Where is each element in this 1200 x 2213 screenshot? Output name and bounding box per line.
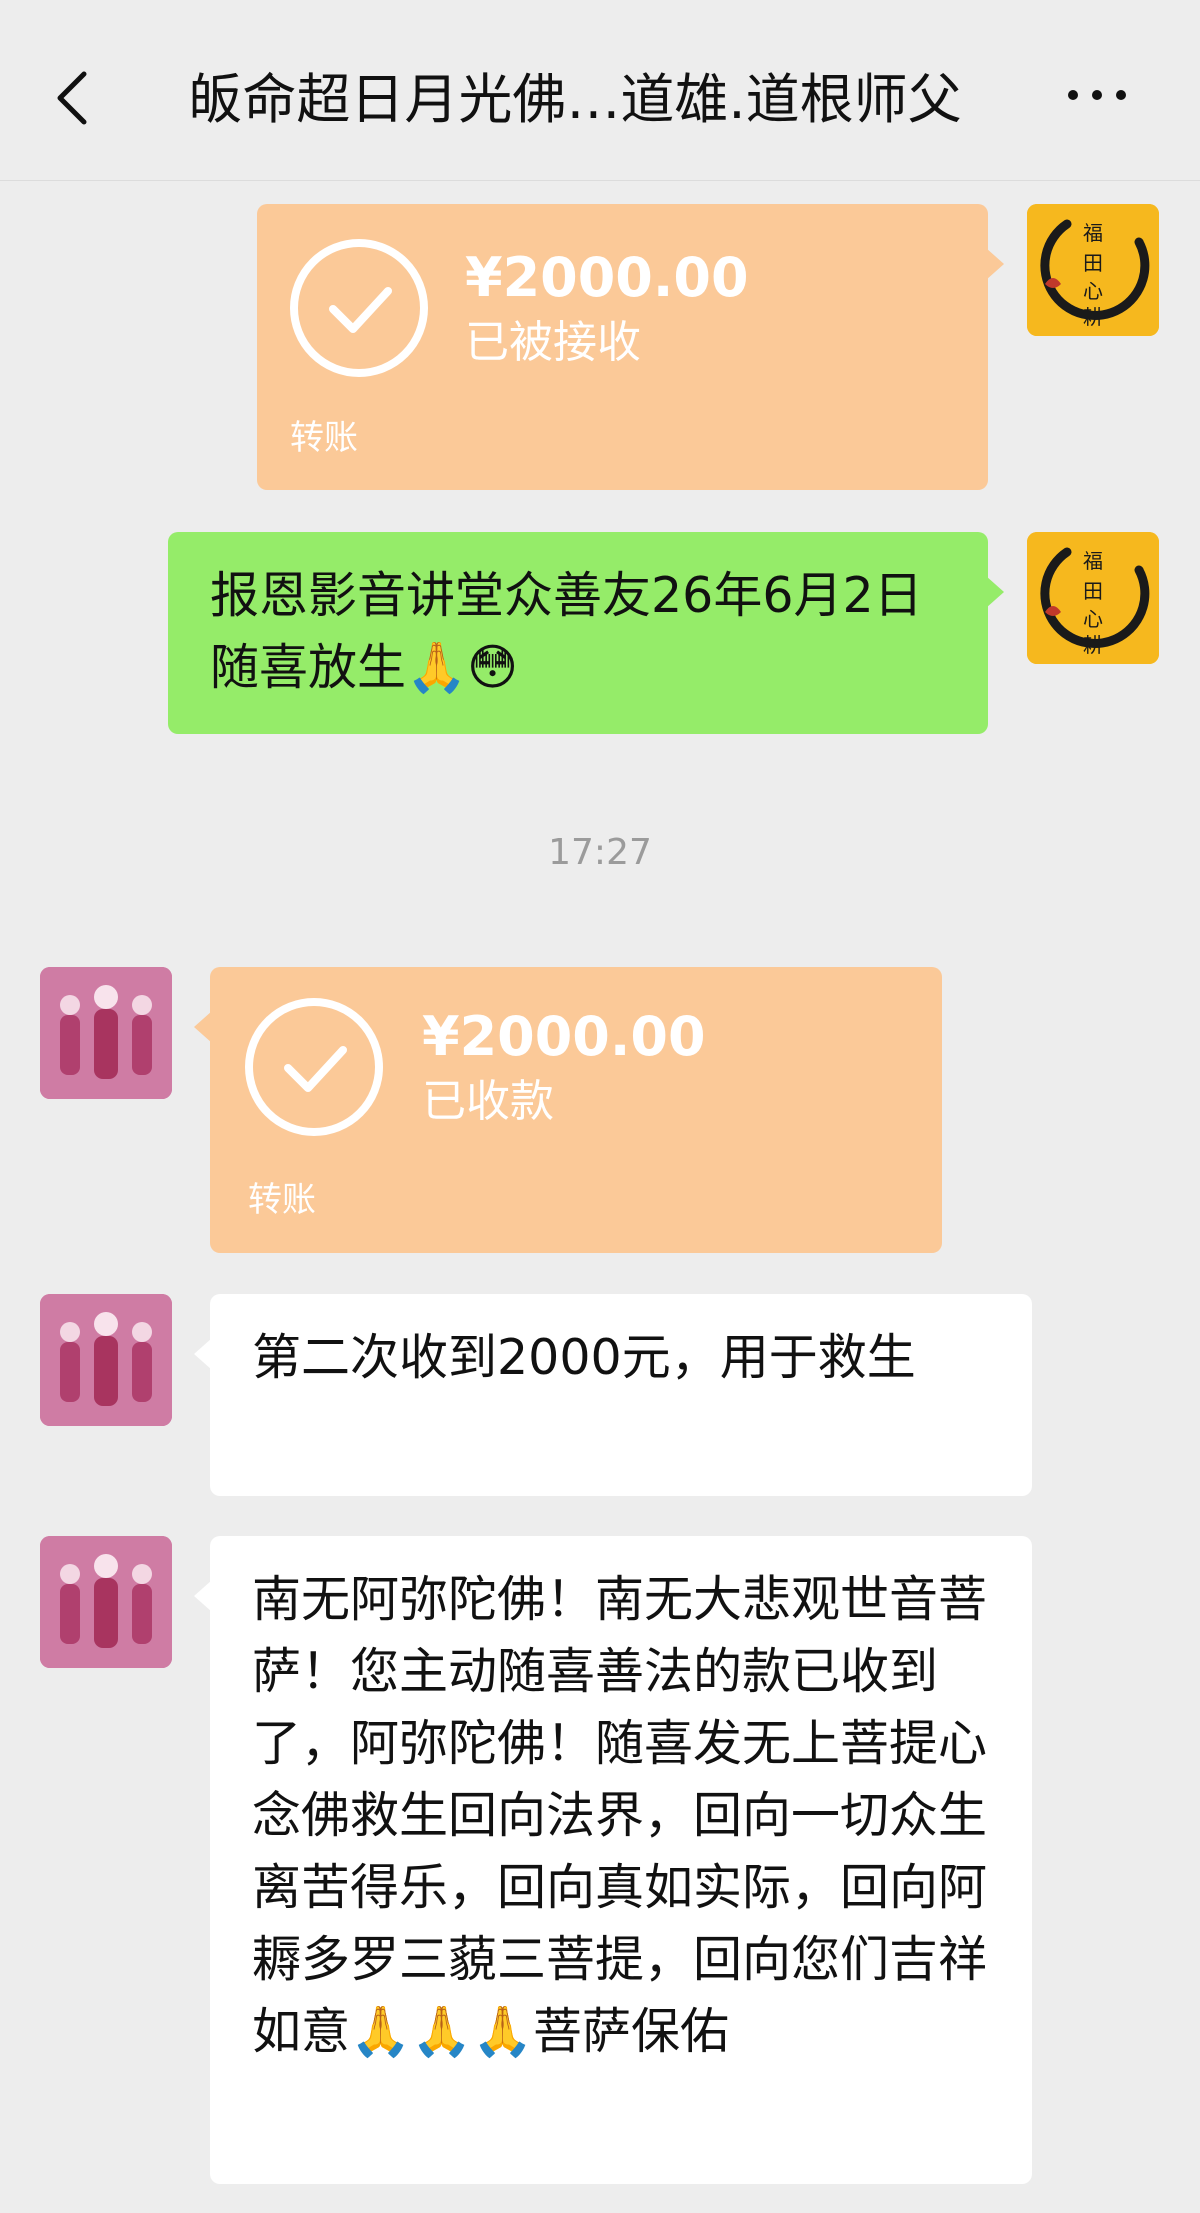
svg-text:田: 田 [1083, 251, 1103, 275]
avatar-self[interactable]: 福 田 心 耕 [1027, 532, 1159, 664]
text-bubble-received[interactable]: 第二次收到2000元，用于救生 [194, 1294, 1032, 1496]
svg-text:耕: 耕 [1083, 633, 1103, 657]
message-text: 第二次收到2000元，用于救生 [252, 1329, 916, 1386]
avatar-other[interactable] [40, 967, 172, 1099]
svg-text:耕: 耕 [1083, 305, 1103, 329]
transfer-amount: ¥2000.00 [422, 1005, 706, 1068]
message-text: 南无阿弥陀佛！南无大悲观世音菩萨！您主动随喜善法的款已收到了，阿弥陀佛！随喜发无… [252, 1571, 988, 2060]
transfer-bubble-received[interactable]: ¥2000.00 已收款 转账 [194, 967, 942, 1253]
back-button[interactable] [50, 68, 94, 128]
avatar-self[interactable]: 福 田 心 耕 [1027, 204, 1159, 336]
transfer-label: 转账 [290, 418, 358, 458]
timestamp: 17:27 [548, 832, 652, 873]
buddha-avatar-image [40, 1294, 172, 1426]
buddha-avatar-image [40, 1536, 172, 1668]
svg-text:心: 心 [1083, 607, 1103, 631]
more-button[interactable] [1068, 84, 1168, 120]
svg-text:田: 田 [1083, 579, 1103, 603]
svg-text:福: 福 [1083, 549, 1103, 573]
fu-tian-xin-geng-logo: 福 田 心 耕 [1027, 204, 1159, 336]
avatar-other[interactable] [40, 1536, 172, 1668]
transfer-label: 转账 [248, 1180, 316, 1220]
chat-title: 皈命超日月光佛…道雄.道根师父 [188, 68, 962, 131]
chat-header: 皈命超日月光佛…道雄.道根师父 [0, 0, 1200, 181]
avatar-other[interactable] [40, 1294, 172, 1426]
check-circle-icon [290, 239, 428, 377]
text-bubble-received[interactable]: 南无阿弥陀佛！南无大悲观世音菩萨！您主动随喜善法的款已收到了，阿弥陀佛！随喜发无… [194, 1536, 1032, 2184]
transfer-amount: ¥2000.00 [465, 246, 749, 309]
transfer-status: 已被接收 [465, 317, 641, 368]
text-bubble-sent[interactable]: 报恩影音讲堂众善友26年6月2日随喜放生🙏😳 [168, 532, 1004, 734]
more-dots-icon [1068, 89, 1078, 100]
svg-text:福: 福 [1083, 221, 1103, 245]
svg-text:心: 心 [1083, 279, 1103, 303]
fu-tian-xin-geng-logo: 福 田 心 耕 [1027, 532, 1159, 664]
transfer-status: 已收款 [422, 1076, 554, 1127]
buddha-avatar-image [40, 967, 172, 1099]
check-circle-icon [245, 998, 383, 1136]
chevron-left-icon [57, 71, 87, 125]
transfer-bubble-sent[interactable]: ¥2000.00 已被接收 转账 [257, 204, 1004, 490]
message-text: 报恩影音讲堂众善友26年6月2日随喜放生🙏😳 [210, 567, 923, 696]
